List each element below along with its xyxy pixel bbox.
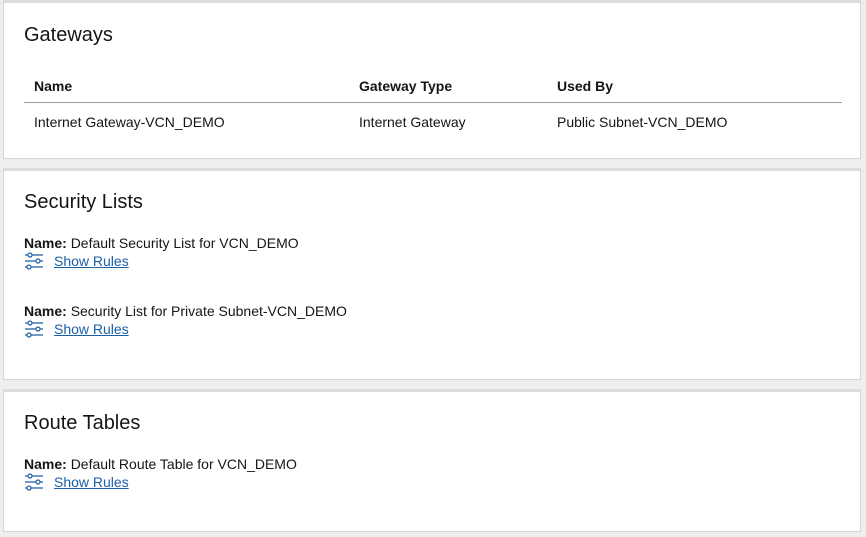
sliders-icon[interactable]	[24, 320, 44, 338]
name-label: Name:	[24, 456, 67, 472]
gateway-name-cell: Internet Gateway-VCN_DEMO	[34, 113, 225, 130]
gateway-used-by-cell: Public Subnet-VCN_DEMO	[557, 113, 728, 130]
route-tables-title: Route Tables	[24, 412, 141, 434]
column-header-used-by[interactable]: Used By	[547, 70, 842, 103]
security-lists-title: Security Lists	[24, 191, 143, 213]
show-rules-link[interactable]: Show Rules	[54, 473, 129, 491]
route-table-name-value: Default Route Table for VCN_DEMO	[70, 456, 297, 472]
sliders-icon[interactable]	[24, 252, 44, 270]
show-rules-row[interactable]: Show Rules	[24, 252, 299, 270]
show-rules-row[interactable]: Show Rules	[24, 320, 347, 338]
route-table-item: Name: Default Route Table for VCN_DEMO S…	[24, 455, 297, 491]
security-list-name-value: Default Security List for VCN_DEMO	[70, 235, 299, 251]
security-list-name: Name: Security List for Private Subnet-V…	[24, 302, 347, 320]
gateway-type-cell: Internet Gateway	[359, 113, 466, 130]
security-list-item: Name: Security List for Private Subnet-V…	[24, 302, 347, 338]
gateways-title: Gateways	[24, 24, 113, 46]
route-tables-panel: Route Tables Name: Default Route Table f…	[3, 389, 861, 532]
page: Gateways Name Gateway Type Used By Inter…	[0, 0, 866, 537]
security-list-name-value: Security List for Private Subnet-VCN_DEM…	[70, 303, 347, 319]
route-table-name: Name: Default Route Table for VCN_DEMO	[24, 455, 297, 473]
table-row: Internet Gateway-VCN_DEMO Internet Gatew…	[24, 103, 842, 141]
show-rules-link[interactable]: Show Rules	[54, 320, 129, 338]
gateways-panel: Gateways Name Gateway Type Used By Inter…	[3, 0, 861, 159]
column-header-name[interactable]: Name	[24, 70, 349, 103]
table-header-row: Name Gateway Type Used By	[24, 70, 842, 103]
sliders-icon[interactable]	[24, 473, 44, 491]
security-lists-panel: Security Lists Name: Default Security Li…	[3, 168, 861, 380]
security-list-name: Name: Default Security List for VCN_DEMO	[24, 234, 299, 252]
name-label: Name:	[24, 235, 67, 251]
show-rules-row[interactable]: Show Rules	[24, 473, 297, 491]
gateways-table: Name Gateway Type Used By Internet Gatew…	[24, 70, 842, 140]
security-list-item: Name: Default Security List for VCN_DEMO…	[24, 234, 299, 270]
name-label: Name:	[24, 303, 67, 319]
show-rules-link[interactable]: Show Rules	[54, 252, 129, 270]
column-header-gateway-type[interactable]: Gateway Type	[349, 70, 547, 103]
